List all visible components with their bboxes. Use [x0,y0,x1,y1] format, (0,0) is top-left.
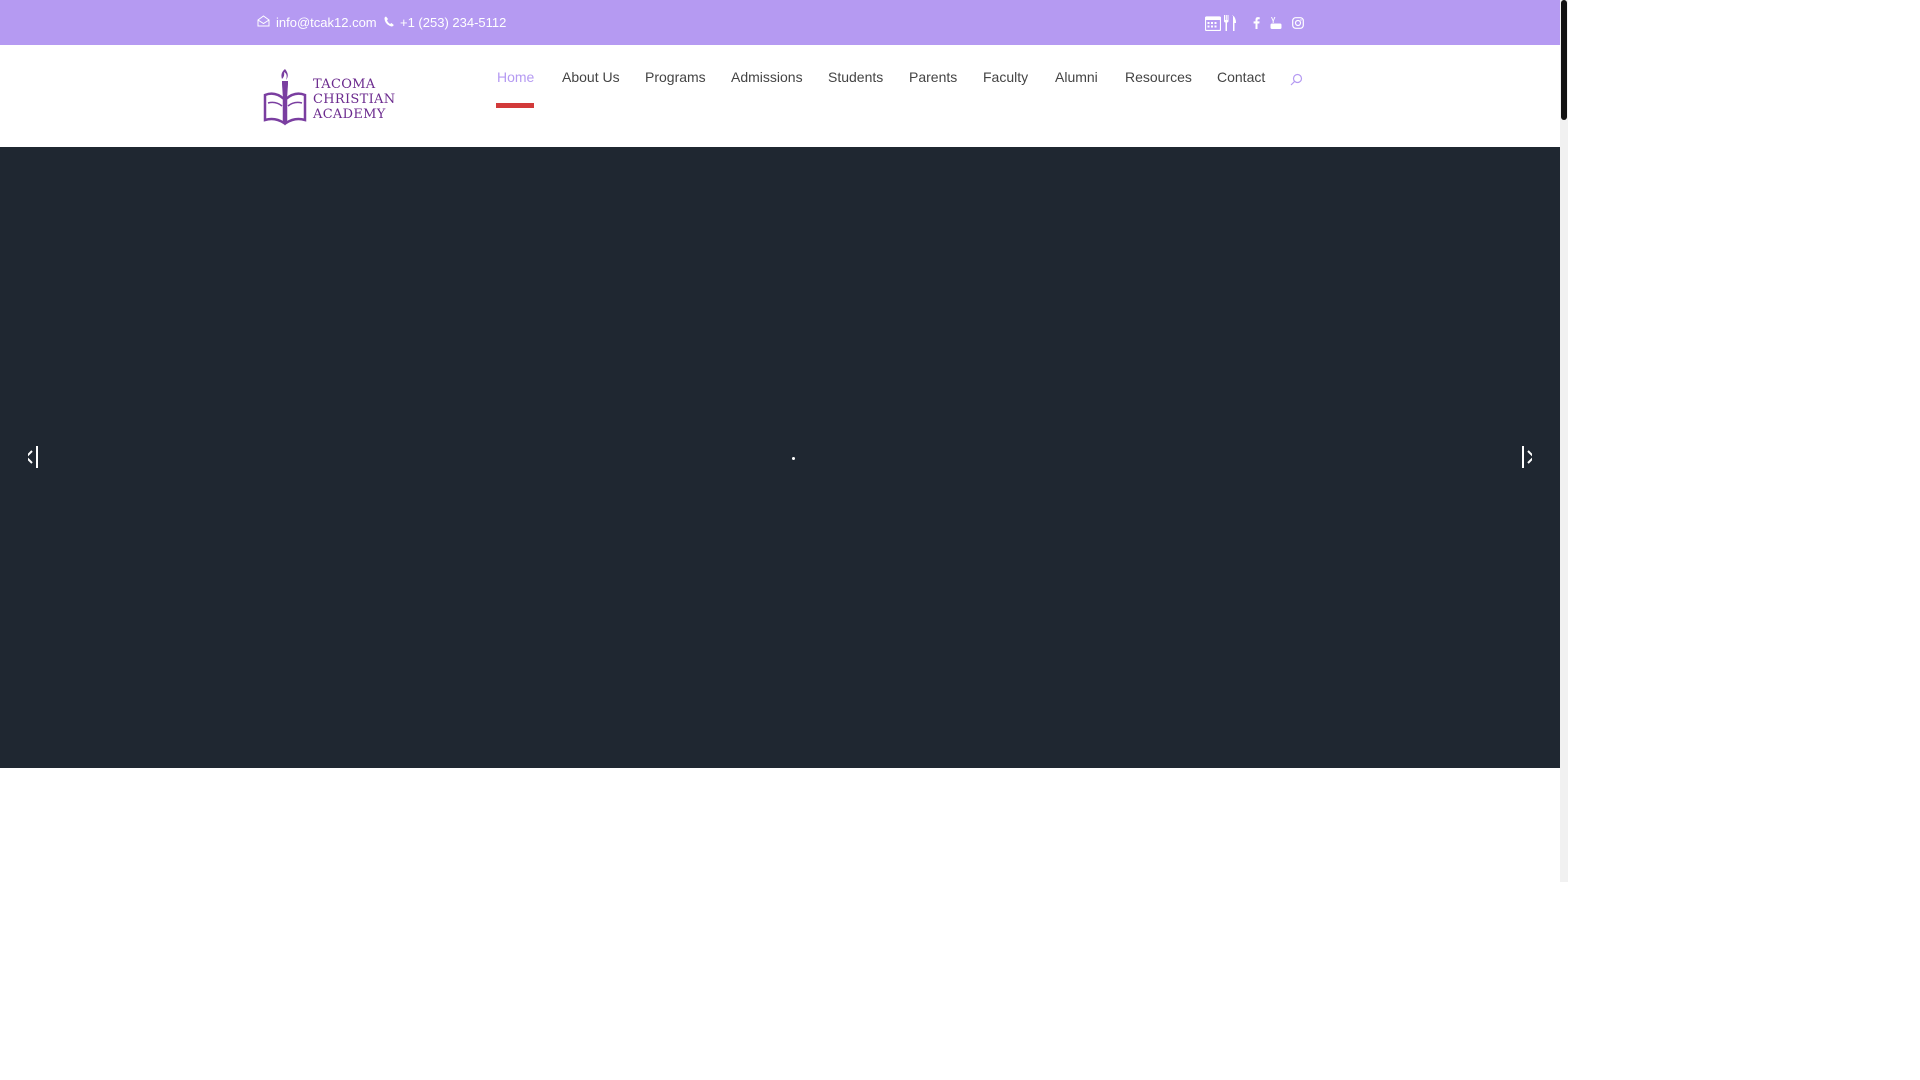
top-bar: info@tcak12.com +1 (253) 234-5112 [0,0,1560,45]
facebook-icon[interactable] [1253,16,1260,29]
phone-text: +1 (253) 234-5112 [400,15,507,30]
instagram-icon[interactable] [1292,16,1304,29]
youtube-icon[interactable] [1270,16,1282,29]
site-header: TACOMA CHRISTIAN ACADEMY Home About Us P… [0,45,1560,147]
nav-item-parents[interactable]: Parents [909,69,957,85]
nav-item-students[interactable]: Students [828,69,883,85]
nav-item-home[interactable]: Home [497,69,534,85]
nav-item-alumni[interactable]: Alumni [1055,69,1098,85]
calendar-icon[interactable] [1205,15,1221,31]
scrollbar-thumb[interactable] [1561,0,1567,120]
main-nav: Home About Us Programs Admissions Studen… [0,45,1560,147]
hero-slider [0,147,1560,768]
nav-item-resources[interactable]: Resources [1125,69,1192,85]
nav-item-about-us[interactable]: About Us [562,69,620,85]
email-text: info@tcak12.com [276,15,377,30]
nav-item-programs[interactable]: Programs [645,69,706,85]
email-link[interactable]: info@tcak12.com [257,0,377,45]
social-links [1205,0,1304,45]
slider-prev-arrow-icon[interactable] [24,443,46,476]
slider-dot[interactable] [792,457,795,460]
nav-item-admissions[interactable]: Admissions [731,69,803,85]
nav-item-contact[interactable]: Contact [1217,69,1265,85]
active-nav-underline [496,103,534,108]
nav-item-faculty[interactable]: Faculty [983,69,1028,85]
envelope-icon [257,15,276,30]
slider-next-arrow-icon[interactable] [1514,443,1536,476]
page: info@tcak12.com +1 (253) 234-5112 TACOMA… [0,0,1568,882]
phone-link[interactable]: +1 (253) 234-5112 [384,0,506,45]
scrollbar[interactable] [1560,0,1568,882]
phone-icon [384,15,400,30]
dining-icon[interactable] [1223,14,1237,31]
search-icon[interactable] [1290,73,1303,91]
